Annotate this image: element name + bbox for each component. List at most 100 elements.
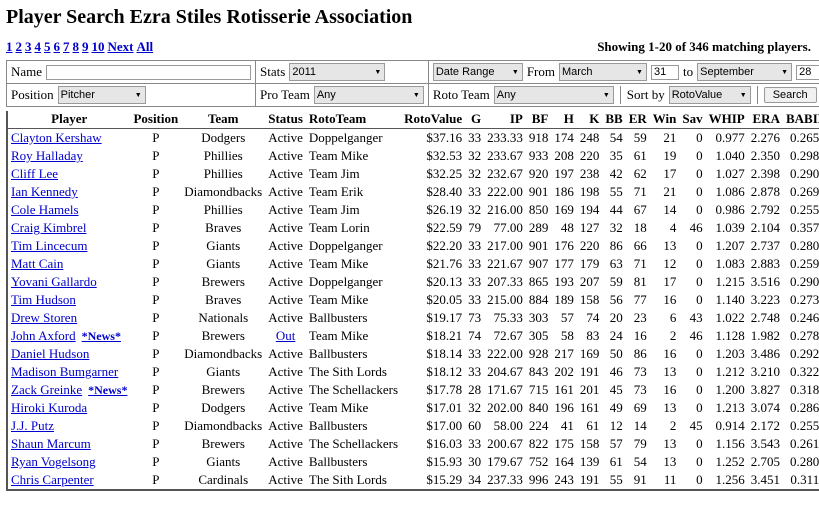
cell-g: 33 bbox=[468, 256, 482, 271]
player-link[interactable]: Clayton Kershaw bbox=[11, 130, 102, 145]
cell-k: 161 bbox=[579, 400, 600, 415]
player-link[interactable]: Daniel Hudson bbox=[11, 346, 89, 361]
news-flag-link[interactable]: *News* bbox=[88, 383, 127, 397]
page-link-9[interactable]: 9 bbox=[82, 39, 89, 54]
page-link-7[interactable]: 7 bbox=[63, 39, 70, 54]
column-header-win[interactable]: Win bbox=[649, 111, 680, 129]
cell-g: 30 bbox=[468, 454, 482, 469]
cell-er: 86 bbox=[633, 346, 647, 361]
cell-win: 16 bbox=[663, 292, 677, 307]
page-link-2[interactable]: 2 bbox=[16, 39, 23, 54]
position-select[interactable]: Pitcher bbox=[57, 86, 146, 104]
column-header-babip[interactable]: BABIP bbox=[782, 111, 819, 129]
cell-rototeam: Team Mike bbox=[308, 256, 369, 271]
pagination[interactable]: 1 2 3 4 5 6 7 8 9 10 Next All bbox=[6, 39, 156, 55]
cell-bb: 12 bbox=[609, 418, 623, 433]
player-link[interactable]: Cole Hamels bbox=[11, 202, 79, 217]
page-link-10[interactable]: 10 bbox=[92, 39, 105, 54]
cell-bb: 20 bbox=[609, 310, 623, 325]
cell-babip: 0.2597 bbox=[789, 256, 819, 271]
sort-by-select[interactable]: RotoValue bbox=[668, 86, 751, 104]
column-header-ip[interactable]: IP bbox=[484, 111, 526, 129]
cell-team: Dodgers bbox=[201, 130, 246, 145]
column-header-bf[interactable]: BF bbox=[525, 111, 552, 129]
player-link[interactable]: Hiroki Kuroda bbox=[11, 400, 87, 415]
cell-sav: 46 bbox=[689, 220, 703, 235]
cell-sav: 46 bbox=[689, 328, 703, 343]
stats-select[interactable]: 2011 bbox=[289, 63, 386, 81]
cell-k: 207 bbox=[579, 274, 600, 289]
column-header-whip[interactable]: WHIP bbox=[705, 111, 748, 129]
from-day-input[interactable] bbox=[650, 64, 679, 80]
page-link-next[interactable]: Next bbox=[108, 39, 134, 54]
player-link[interactable]: Drew Storen bbox=[11, 310, 77, 325]
cell-k: 169 bbox=[579, 346, 600, 361]
filter-cell-roto-sort: Roto Team Any Sort by RotoValue bbox=[427, 83, 819, 107]
page-link-6[interactable]: 6 bbox=[54, 39, 61, 54]
pro-team-select[interactable]: Any bbox=[313, 86, 424, 104]
cell-bf: 933 bbox=[528, 148, 549, 163]
column-header-team[interactable]: Team bbox=[181, 111, 266, 129]
status-link[interactable]: Out bbox=[276, 328, 296, 343]
column-header-g[interactable]: G bbox=[465, 111, 485, 129]
player-link[interactable]: John Axford bbox=[11, 328, 76, 343]
cell-ip: 221.67 bbox=[487, 256, 523, 271]
player-link[interactable]: Ian Kennedy bbox=[11, 184, 78, 199]
from-month-select[interactable]: March bbox=[558, 63, 647, 81]
page-link-4[interactable]: 4 bbox=[35, 39, 42, 54]
player-link[interactable]: Tim Hudson bbox=[11, 292, 76, 307]
page-link-all[interactable]: All bbox=[137, 39, 154, 54]
page-link-3[interactable]: 3 bbox=[25, 39, 32, 54]
column-header-bb[interactable]: BB bbox=[602, 111, 626, 129]
date-range-select[interactable]: Date Range bbox=[432, 63, 523, 81]
search-input[interactable] bbox=[46, 64, 252, 80]
column-header-era[interactable]: ERA bbox=[747, 111, 783, 129]
roto-team-select[interactable]: Any bbox=[493, 86, 614, 104]
column-header-status[interactable]: Status bbox=[265, 111, 306, 129]
player-link[interactable]: Roy Halladay bbox=[11, 148, 83, 163]
cell-player: Clayton Kershaw bbox=[7, 129, 130, 148]
player-link[interactable]: Ryan Vogelsong bbox=[11, 454, 96, 469]
page-link-5[interactable]: 5 bbox=[44, 39, 51, 54]
filter-cell-date-range: Date Range From March to September bbox=[427, 60, 819, 84]
cell-babip: 0.2982 bbox=[789, 148, 819, 163]
cell-status: Active bbox=[268, 130, 303, 145]
player-link[interactable]: Zack Greinke bbox=[11, 382, 82, 397]
player-link[interactable]: Craig Kimbrel bbox=[11, 220, 86, 235]
player-link[interactable]: Madison Bumgarner bbox=[11, 364, 118, 379]
cell-rototeam: Ballbusters bbox=[308, 310, 368, 325]
to-month-select[interactable]: September bbox=[697, 63, 793, 81]
cell-h: 57 bbox=[560, 310, 574, 325]
player-link[interactable]: Matt Cain bbox=[11, 256, 63, 271]
cell-sav: 0 bbox=[696, 274, 703, 289]
cell-er: 77 bbox=[633, 292, 647, 307]
player-link[interactable]: Yovani Gallardo bbox=[11, 274, 97, 289]
player-link[interactable]: Chris Carpenter bbox=[11, 472, 94, 487]
cell-k: 158 bbox=[579, 436, 600, 451]
column-header-player[interactable]: Player bbox=[7, 111, 131, 129]
player-link[interactable]: Tim Lincecum bbox=[11, 238, 87, 253]
column-header-position[interactable]: Position bbox=[130, 111, 182, 129]
column-header-rototeam[interactable]: RotoTeam bbox=[305, 111, 402, 129]
cell-status: Active bbox=[268, 382, 303, 397]
to-day-input[interactable] bbox=[796, 64, 819, 80]
column-header-er[interactable]: ER bbox=[625, 111, 650, 129]
page-link-8[interactable]: 8 bbox=[73, 39, 80, 54]
search-button[interactable]: Search bbox=[763, 87, 817, 103]
cell-status: Active bbox=[268, 202, 303, 217]
cell-babip: 0.2784 bbox=[789, 328, 819, 343]
player-link[interactable]: Shaun Marcum bbox=[11, 436, 91, 451]
results-table: Player Position Team Status RotoTeam Rot… bbox=[6, 111, 819, 491]
column-header-k[interactable]: K bbox=[576, 111, 603, 129]
cell-rotovalue: $15.93 bbox=[426, 454, 463, 469]
cell-player: Craig Kimbrel bbox=[7, 219, 130, 237]
player-link[interactable]: J.J. Putz bbox=[11, 418, 54, 433]
column-header-h[interactable]: H bbox=[551, 111, 577, 129]
page-link-1[interactable]: 1 bbox=[6, 39, 13, 54]
player-link[interactable]: Cliff Lee bbox=[11, 166, 58, 181]
cell-ip: 215.00 bbox=[487, 292, 523, 307]
cell-er: 23 bbox=[633, 310, 647, 325]
column-header-rotovalue[interactable]: RotoValue bbox=[401, 111, 466, 129]
news-flag-link[interactable]: *News* bbox=[82, 329, 121, 343]
column-header-sav[interactable]: Sav bbox=[679, 111, 706, 129]
